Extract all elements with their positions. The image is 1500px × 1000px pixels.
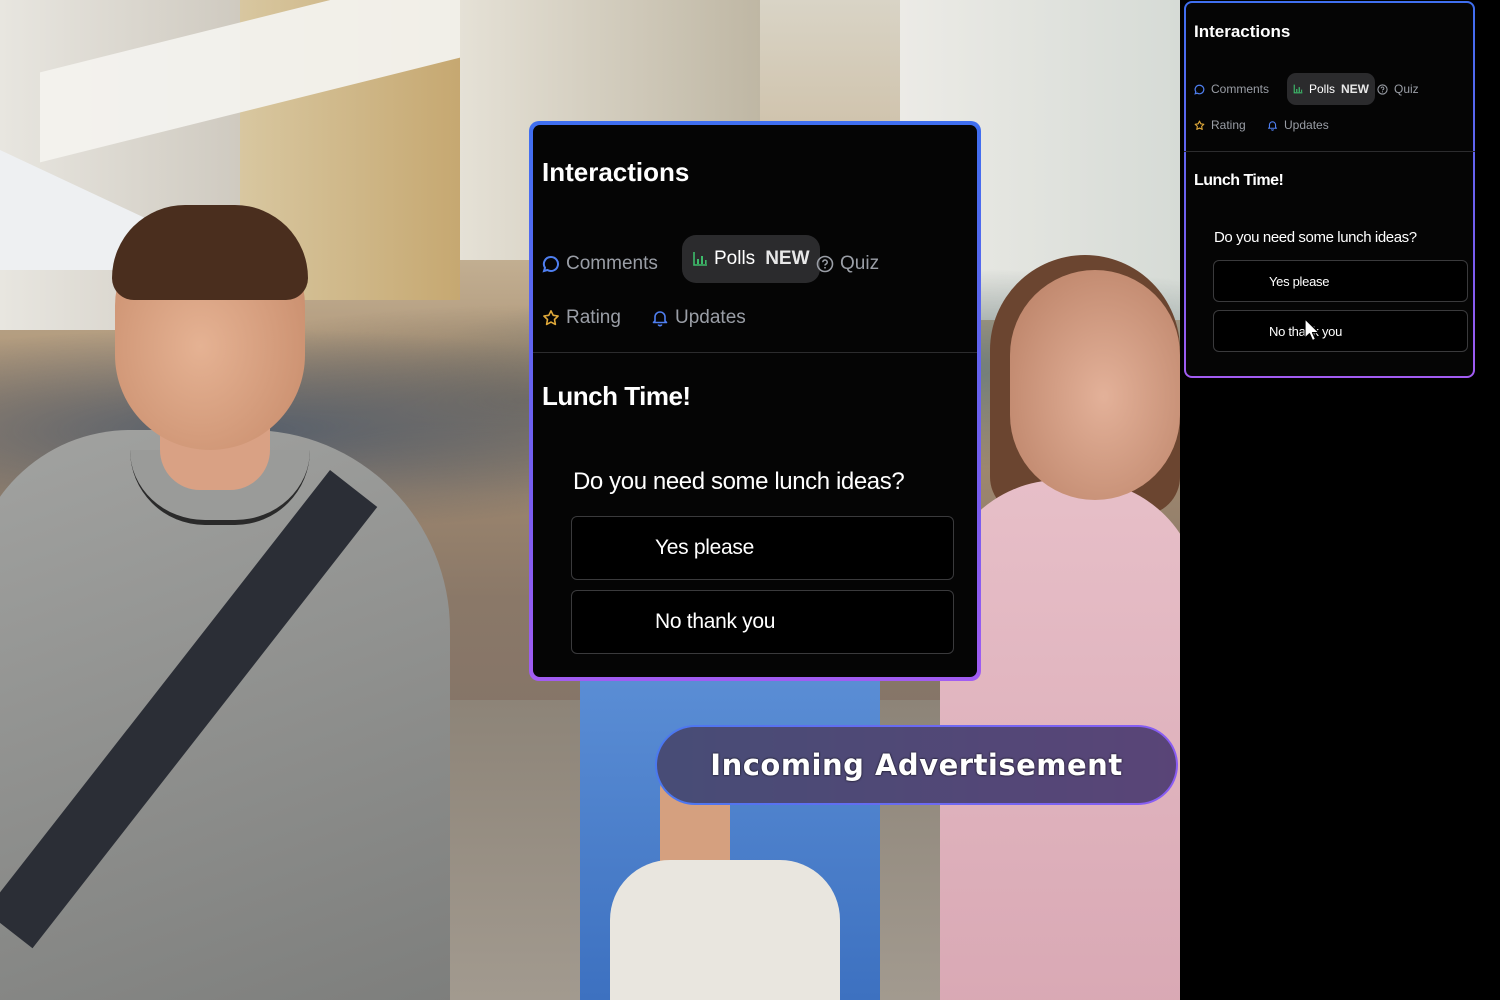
side-panel-title: Interactions — [1194, 22, 1291, 41]
new-badge: NEW — [1341, 82, 1370, 96]
tab-rating[interactable]: Rating — [542, 303, 621, 333]
side-tab-quiz[interactable]: Quiz — [1377, 82, 1419, 96]
tab-quiz[interactable]: Quiz — [816, 249, 879, 279]
tab-label: Comments — [1211, 82, 1270, 96]
tab-comments[interactable]: Comments — [542, 249, 658, 279]
comment-icon — [1194, 84, 1205, 95]
tab-label: Quiz — [840, 253, 880, 274]
question-circle-icon — [816, 255, 834, 273]
tab-label: Rating — [566, 307, 621, 328]
divider — [533, 352, 977, 353]
side-tab-rating[interactable]: Rating — [1194, 118, 1246, 132]
side-poll-title: Lunch Time! — [1194, 172, 1284, 189]
side-poll-option-yes[interactable]: Yes please — [1213, 260, 1468, 302]
poll-option-yes[interactable]: Yes please — [571, 516, 954, 580]
side-poll-option-no[interactable]: No thank you — [1213, 310, 1468, 352]
interactions-overlay: Interactions Comments Polls NEW Quiz Rat… — [529, 121, 981, 681]
bar-chart-icon — [1293, 84, 1303, 94]
man-hair — [112, 205, 308, 300]
woman-head — [1010, 270, 1180, 500]
bar-chart-icon — [693, 252, 707, 266]
panel-title: Interactions — [542, 157, 690, 187]
tab-label: Updates — [1284, 118, 1329, 132]
tab-label: Comments — [566, 253, 658, 274]
side-poll-question: Do you need some lunch ideas? — [1214, 229, 1417, 246]
new-badge: NEW — [765, 248, 810, 269]
star-icon — [1194, 120, 1205, 130]
ad-banner: Incoming Advertisement — [655, 725, 1178, 805]
tab-label: Quiz — [1394, 82, 1419, 96]
tab-polls[interactable]: Polls NEW — [682, 235, 820, 283]
poll-title: Lunch Time! — [542, 381, 691, 411]
tab-label: Updates — [675, 307, 746, 328]
tab-updates[interactable]: Updates — [651, 303, 746, 333]
ad-label: Incoming Advertisement — [710, 748, 1123, 782]
side-tab-comments[interactable]: Comments — [1194, 82, 1269, 96]
divider — [1184, 151, 1475, 152]
side-tab-polls[interactable]: Polls NEW — [1287, 73, 1376, 105]
side-panel-inner: Interactions Comments Polls NEW Quiz Rat… — [1184, 3, 1475, 376]
side-tab-updates[interactable]: Updates — [1267, 118, 1329, 132]
side-interactions-panel: Interactions Comments Polls NEW Quiz Rat… — [1184, 1, 1475, 378]
tab-label: Rating — [1211, 118, 1246, 132]
tab-label: Polls — [714, 248, 756, 269]
mouse-cursor-icon — [1304, 318, 1320, 342]
bell-icon — [1267, 120, 1278, 131]
tab-label: Polls — [1309, 82, 1336, 96]
star-icon — [543, 310, 559, 326]
comment-icon — [542, 255, 559, 273]
poll-option-no[interactable]: No thank you — [571, 590, 954, 654]
question-circle-icon — [1377, 83, 1388, 95]
white-handbag — [610, 860, 840, 1000]
interactions-panel: Interactions Comments Polls NEW Quiz Rat… — [533, 125, 977, 677]
bell-icon — [652, 311, 668, 327]
ad-banner-inner: Incoming Advertisement — [657, 727, 1176, 803]
poll-question: Do you need some lunch ideas? — [573, 468, 905, 495]
